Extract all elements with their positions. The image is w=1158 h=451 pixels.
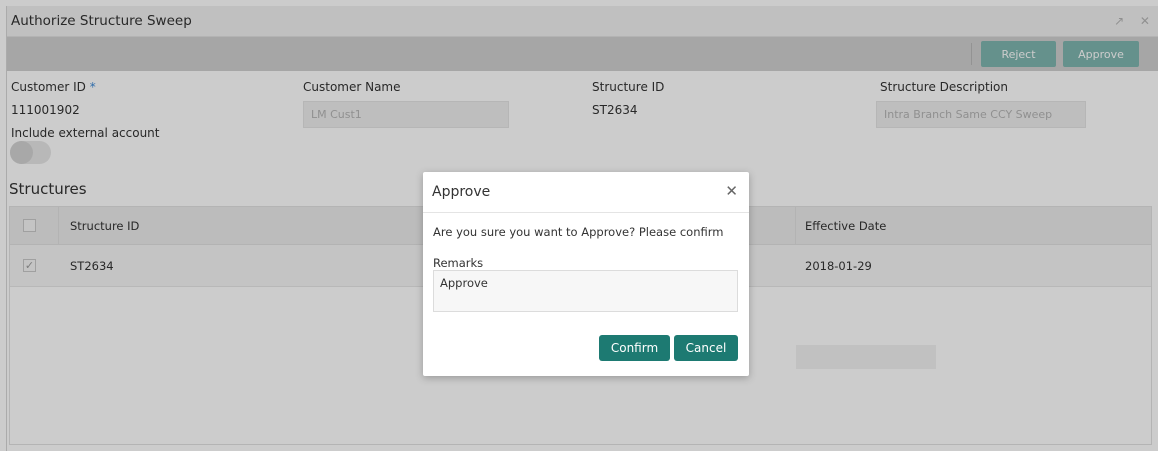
remarks-input[interactable]: Approve: [433, 270, 738, 312]
dialog-divider: [423, 212, 749, 213]
confirm-button[interactable]: Confirm: [599, 335, 670, 361]
approve-dialog: Approve ✕ Are you sure you want to Appro…: [423, 172, 749, 376]
dialog-message: Are you sure you want to Approve? Please…: [433, 225, 724, 239]
remarks-label: Remarks: [433, 256, 484, 270]
dialog-title: Approve: [432, 184, 491, 200]
cancel-button[interactable]: Cancel: [674, 335, 738, 361]
close-icon[interactable]: ✕: [725, 182, 738, 200]
